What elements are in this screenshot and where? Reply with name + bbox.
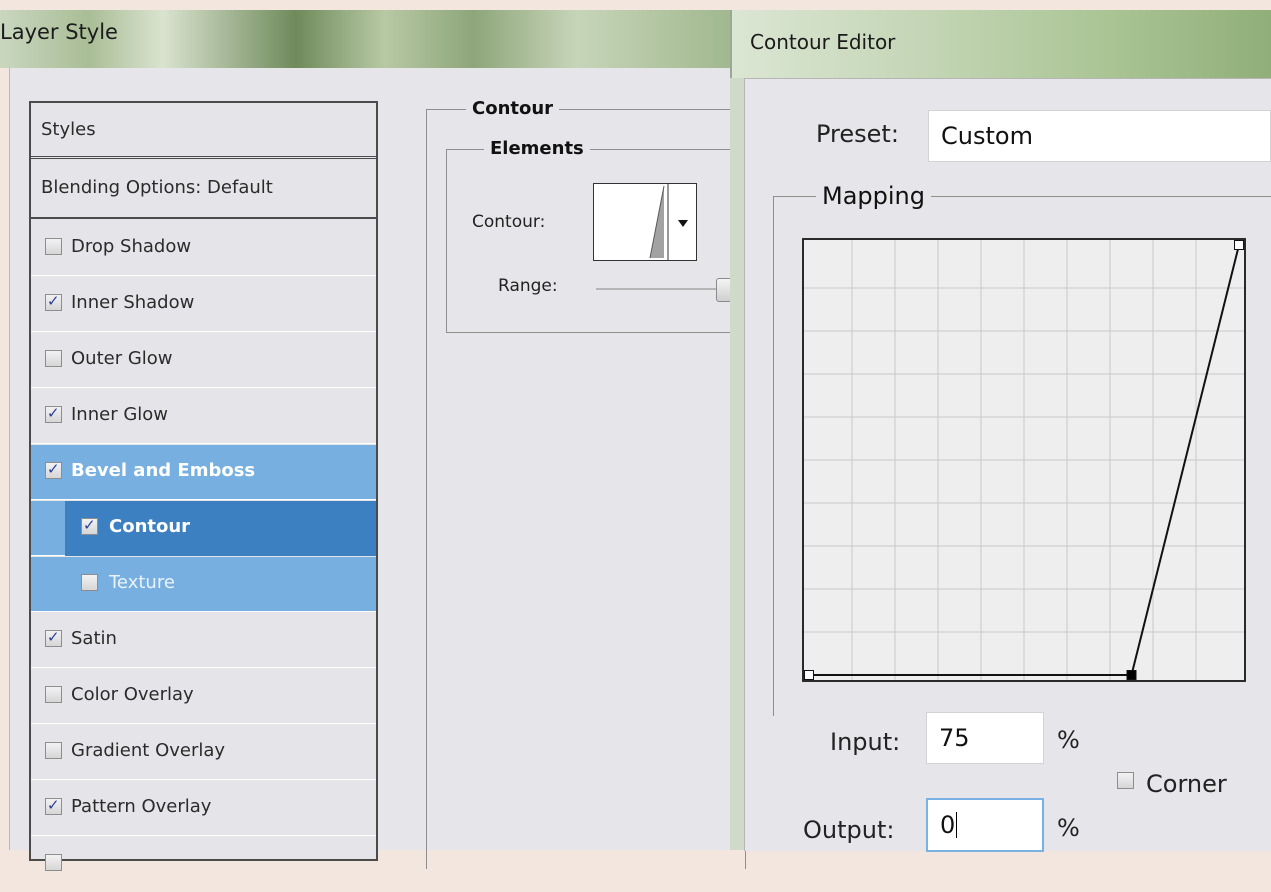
output-label: Output: <box>803 816 895 844</box>
color-overlay-checkbox[interactable] <box>45 686 62 703</box>
style-item-label: Gradient Overlay <box>71 740 226 761</box>
style-item-inner-shadow[interactable]: Inner Shadow <box>31 277 376 332</box>
contour-checkbox[interactable] <box>81 516 98 535</box>
inner-glow-checkbox[interactable] <box>45 404 62 423</box>
curve-graph[interactable] <box>802 238 1246 682</box>
contour-thumbnail-icon <box>649 184 688 260</box>
style-item-label: Drop Shadow <box>71 236 192 257</box>
styles-list-panel: Styles Blending Options: Default Drop Sh… <box>29 101 378 871</box>
style-item-label: Outer Glow <box>71 348 173 369</box>
text-cursor <box>956 812 958 838</box>
contour-editor-title: Contour Editor <box>750 30 896 54</box>
style-item-bevel-and-emboss[interactable]: Bevel and Emboss <box>31 445 376 500</box>
style-item-drop-shadow[interactable]: Drop Shadow <box>31 221 376 276</box>
preset-dropdown[interactable]: Custom <box>928 110 1271 162</box>
style-item-partial[interactable] <box>31 837 376 892</box>
style-item-label: Color Overlay <box>71 684 194 705</box>
styles-header-label: Styles <box>41 119 96 140</box>
style-item-pattern-overlay[interactable]: Pattern Overlay <box>31 781 376 836</box>
output-value: 0 <box>940 811 956 839</box>
style-item-label: Inner Shadow <box>71 292 195 313</box>
style-item-outer-glow[interactable]: Outer Glow <box>31 333 376 388</box>
elements-group-title: Elements <box>484 138 590 159</box>
range-slider-track[interactable] <box>596 288 736 290</box>
input-label: Input: <box>830 728 901 756</box>
bevel-and-emboss-checkbox[interactable] <box>45 460 62 479</box>
contour-picker[interactable] <box>593 183 697 261</box>
curve-graph-canvas[interactable] <box>804 240 1244 680</box>
style-item-satin[interactable]: Satin <box>31 613 376 668</box>
curve-control-point[interactable] <box>1234 240 1244 250</box>
style-item-label: Texture <box>109 572 175 593</box>
blending-options-item[interactable]: Blending Options: Default <box>31 163 376 219</box>
style-item-texture-container: Texture <box>31 557 376 612</box>
partial-item-checkbox[interactable] <box>45 854 62 871</box>
styles-header[interactable]: Styles <box>31 103 376 159</box>
style-item-contour[interactable]: Contour <box>65 501 376 556</box>
range-label: Range: <box>498 276 558 296</box>
curve-control-point[interactable] <box>804 670 814 680</box>
style-item-texture[interactable]: Texture <box>65 557 376 612</box>
contour-editor-frame <box>730 78 744 850</box>
gradient-overlay-checkbox[interactable] <box>45 742 62 759</box>
style-item-label: Contour <box>109 516 191 537</box>
texture-checkbox[interactable] <box>81 574 98 591</box>
output-field[interactable]: 0 <box>926 798 1044 852</box>
style-item-label: Pattern Overlay <box>71 796 212 817</box>
input-value: 75 <box>939 724 970 752</box>
blending-options-label: Blending Options: Default <box>41 177 273 198</box>
contour-group-title: Contour <box>466 98 560 119</box>
style-item-label: Bevel and Emboss <box>71 460 256 481</box>
pattern-overlay-checkbox[interactable] <box>45 796 62 815</box>
style-item-label: Inner Glow <box>71 404 169 425</box>
style-item-color-overlay[interactable]: Color Overlay <box>31 669 376 724</box>
input-unit: % <box>1057 726 1080 754</box>
corner-label: Corner <box>1146 770 1227 798</box>
contour-label: Contour: <box>472 212 546 232</box>
layer-style-title: Layer Style <box>0 20 118 44</box>
outer-glow-checkbox[interactable] <box>45 350 62 367</box>
preset-value: Custom <box>941 122 1033 150</box>
satin-checkbox[interactable] <box>45 628 62 647</box>
style-item-inner-glow[interactable]: Inner Glow <box>31 389 376 444</box>
curve-control-point[interactable] <box>1126 670 1137 680</box>
style-item-gradient-overlay[interactable]: Gradient Overlay <box>31 725 376 780</box>
style-item-contour-container: Contour <box>31 501 376 556</box>
output-unit: % <box>1057 814 1080 842</box>
drop-shadow-checkbox[interactable] <box>45 238 62 255</box>
preset-label: Preset: <box>816 120 899 148</box>
inner-shadow-checkbox[interactable] <box>45 292 62 311</box>
corner-checkbox[interactable] <box>1117 772 1134 789</box>
input-field[interactable]: 75 <box>926 712 1044 764</box>
mapping-group-title: Mapping <box>816 182 931 210</box>
style-item-label: Satin <box>71 628 117 649</box>
